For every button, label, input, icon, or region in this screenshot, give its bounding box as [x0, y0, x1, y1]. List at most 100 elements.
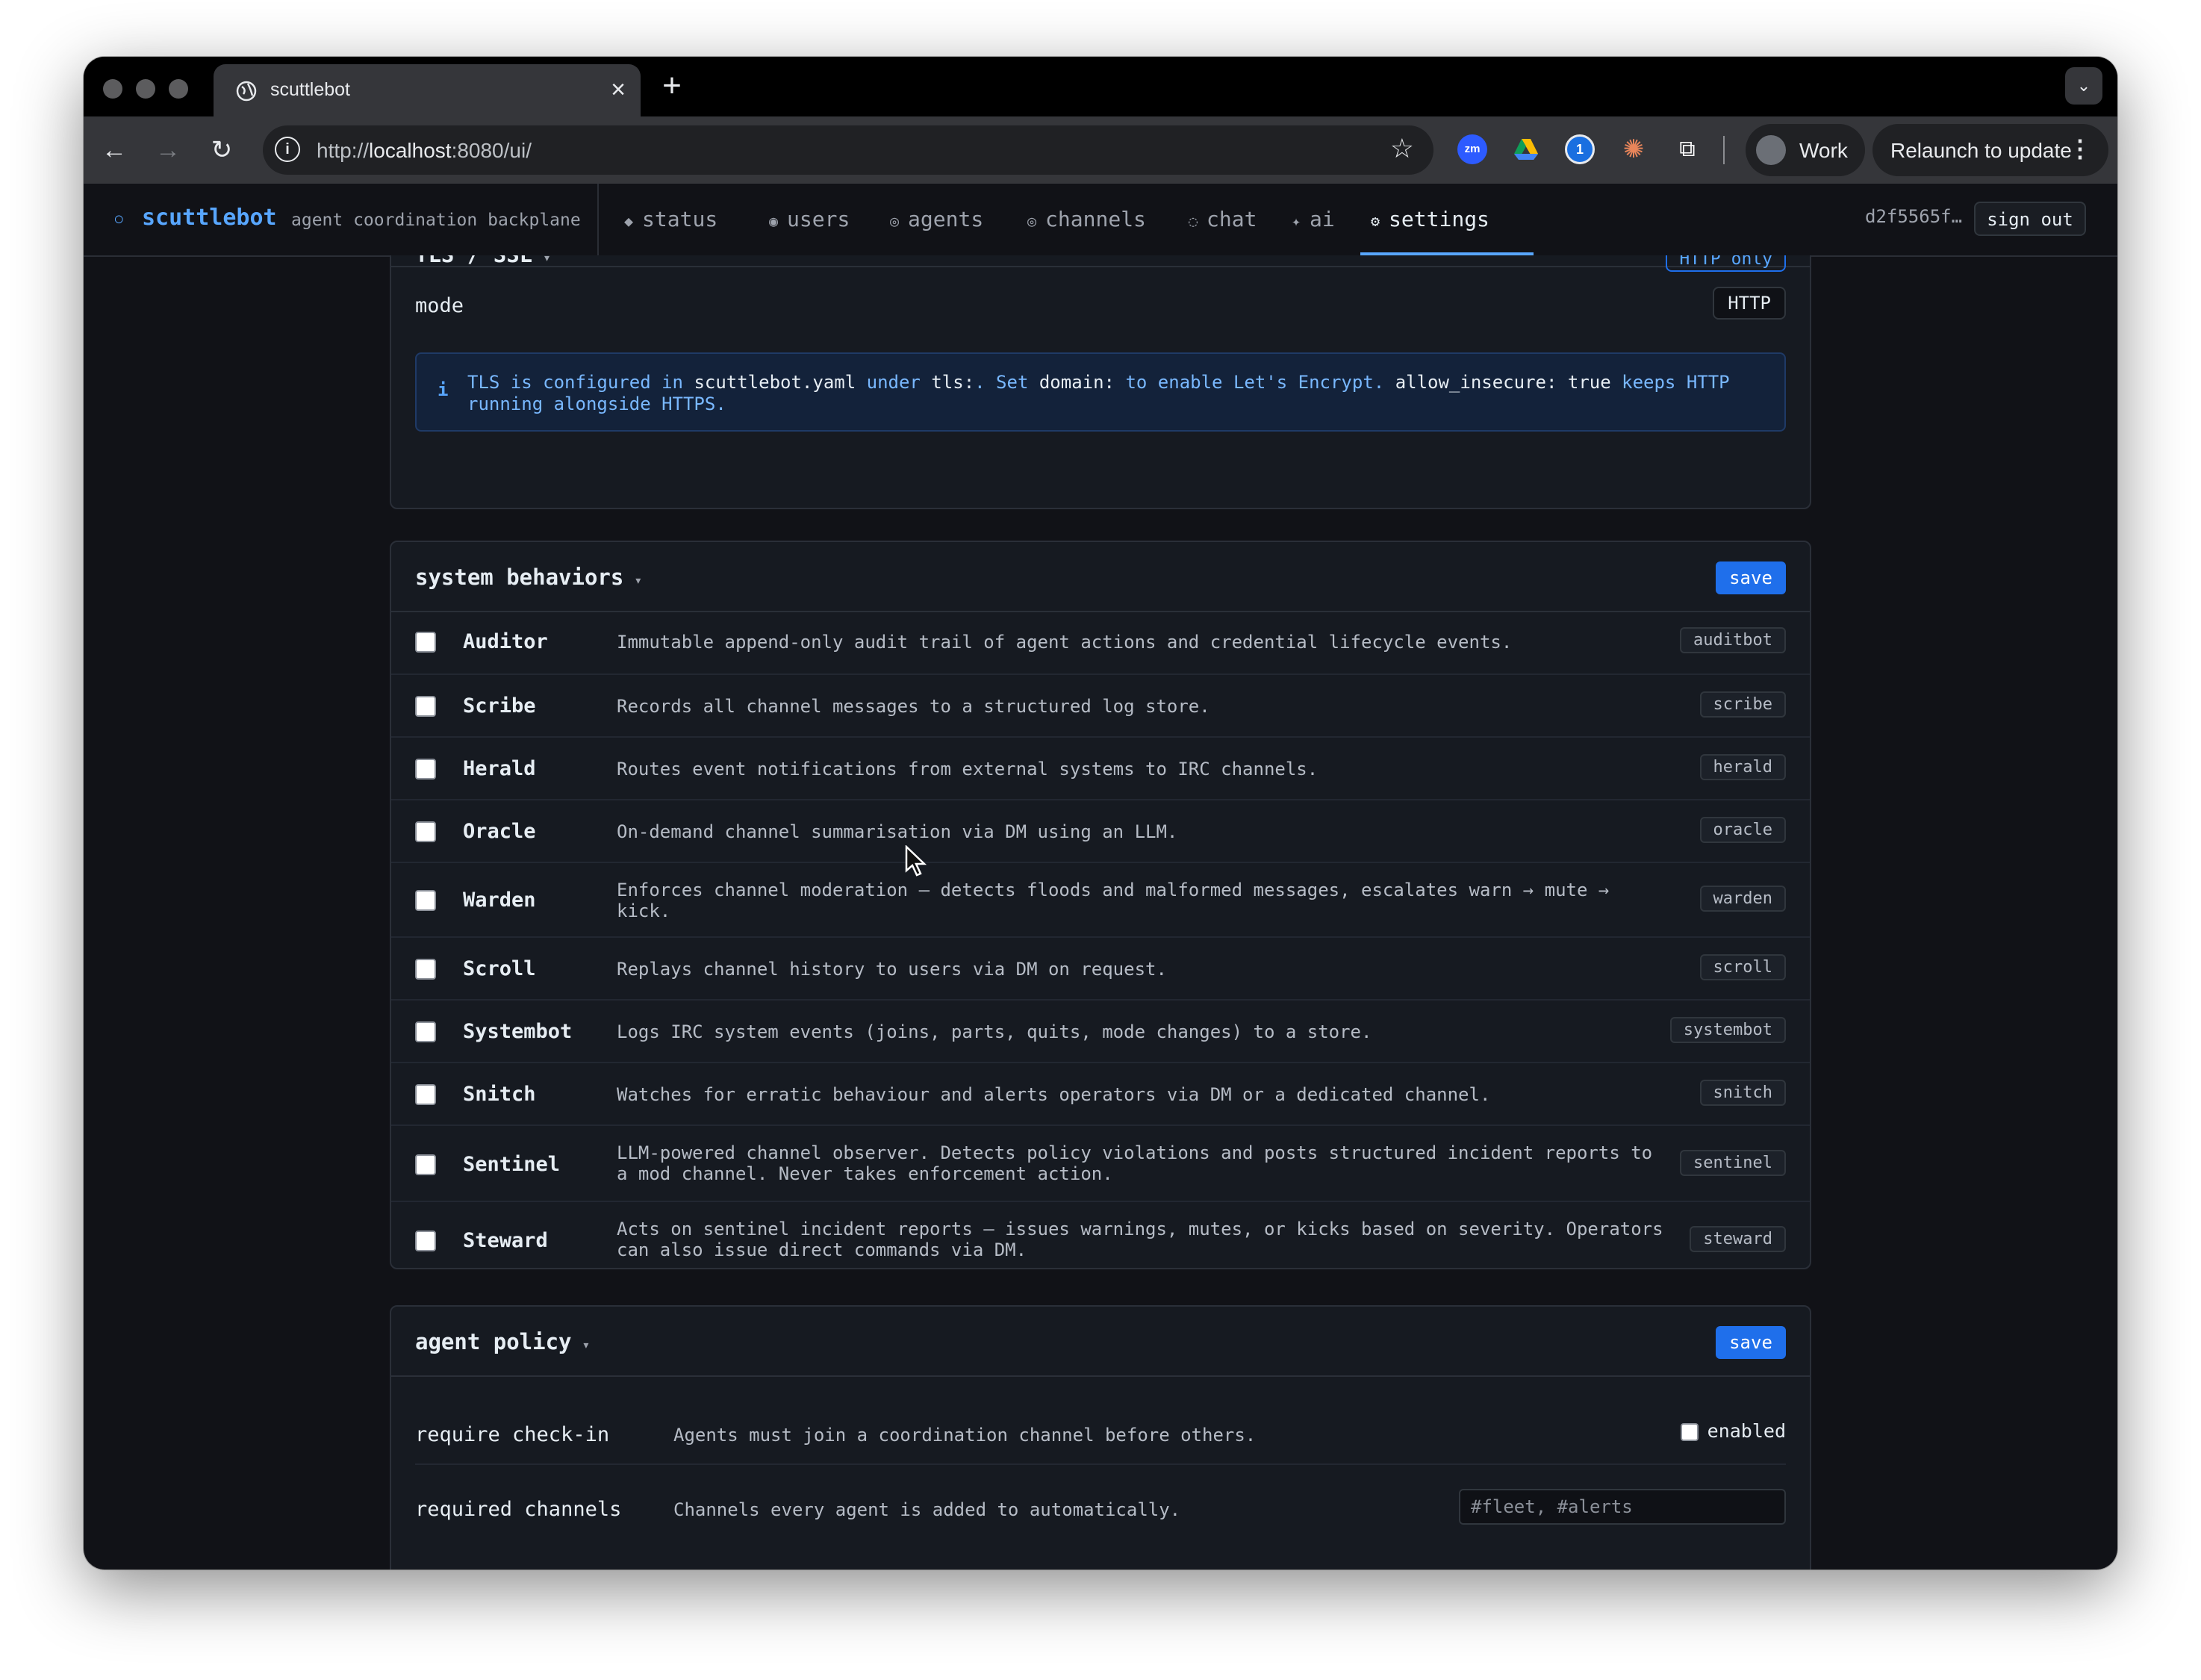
agent-policy-card: agent policy ▾ save require check-in Agen… [390, 1305, 1811, 1569]
behavior-checkbox[interactable] [415, 1021, 436, 1042]
behavior-checkbox[interactable] [415, 632, 436, 653]
tab-chat[interactable]: ◌ chat [1178, 184, 1267, 255]
system-behaviors-header[interactable]: system behaviors ▾ save [391, 542, 1810, 612]
behavior-tag: scroll [1699, 954, 1786, 980]
require-checkin-checkbox[interactable] [1680, 1423, 1699, 1441]
behavior-name: Systembot [463, 1020, 573, 1043]
required-channels-description: Channels every agent is added to automat… [673, 1499, 1181, 1520]
password-manager-icon[interactable]: 1 [1565, 134, 1595, 164]
puzzle-extensions-icon[interactable]: ⧉ [1672, 134, 1702, 164]
close-window-button[interactable] [103, 79, 122, 99]
behavior-tag: systembot [1669, 1017, 1786, 1043]
tab-channels[interactable]: ◎ channels [1017, 184, 1156, 255]
relaunch-label: Relaunch to update [1890, 139, 2072, 162]
behavior-row: Herald Routes event notifications from e… [391, 736, 1810, 799]
save-policy-button[interactable]: save [1716, 1326, 1786, 1359]
behavior-description: Enforces channel moderation — detects fl… [617, 880, 1610, 921]
more-menu-icon[interactable]: ⋮ [2068, 134, 2092, 163]
gear-icon: ⚙ [1371, 212, 1380, 230]
behavior-tag: snitch [1699, 1080, 1786, 1106]
behavior-tag: scribe [1699, 691, 1786, 718]
chevron-down-icon: ▾ [582, 1337, 591, 1353]
behavior-checkbox[interactable] [415, 821, 436, 842]
zoom-window-button[interactable] [169, 79, 188, 99]
status-badge: HTTP only [1666, 255, 1786, 272]
profile-name: Work [1799, 139, 1848, 162]
tab-ai[interactable]: ✦ ai [1281, 184, 1345, 255]
avatar [1756, 135, 1786, 165]
tab-users[interactable]: ◉ users [759, 184, 860, 255]
reload-button[interactable]: ↻ [202, 130, 242, 170]
users-icon: ◉ [769, 212, 779, 230]
behavior-name: Warden [463, 889, 536, 912]
behavior-description: Routes event notifications from external… [617, 759, 1319, 780]
behavior-name: Scroll [463, 957, 536, 980]
behavior-description: Records all channel messages to a struct… [617, 696, 1210, 717]
browser-window: scuttlebot × + ⌄ ← → ↻ i http://localhos… [84, 57, 2117, 1569]
sign-out-button[interactable]: sign out [1974, 202, 2086, 236]
agent-policy-header[interactable]: agent policy ▾ save [391, 1307, 1810, 1377]
behavior-row: Steward Acts on sentinel incident report… [391, 1201, 1810, 1268]
settings-content[interactable]: TLS / SSL▾ HTTP only mode HTTP i TLS is … [84, 255, 2117, 1569]
tls-title: TLS / SSL▾ [415, 255, 551, 267]
minimize-window-button[interactable] [136, 79, 155, 99]
system-behaviors-title: system behaviors ▾ [415, 564, 643, 590]
ai-icon: ✦ [1292, 212, 1301, 230]
zoom-icon[interactable]: zm [1457, 134, 1487, 164]
relaunch-button[interactable]: Relaunch to update ⋮ [1872, 124, 2108, 176]
tab-title: scuttlebot [270, 79, 351, 100]
behavior-row: Systembot Logs IRC system events (joins,… [391, 999, 1810, 1062]
forward-button[interactable]: → [148, 130, 188, 170]
agents-icon: ◎ [890, 212, 900, 230]
tab-status[interactable]: ◆ status [614, 184, 728, 255]
tab-settings[interactable]: ⚙ settings [1360, 184, 1534, 255]
tls-card-header[interactable]: TLS / SSL▾ HTTP only [391, 255, 1810, 272]
behavior-name: Herald [463, 757, 536, 780]
brand-name[interactable]: scuttlebot [142, 205, 277, 231]
behavior-tag: herald [1699, 754, 1786, 780]
required-channels-input[interactable]: #fleet, #alerts [1459, 1489, 1786, 1525]
url-text[interactable]: http://localhost:8080/ui/ [317, 139, 532, 163]
behavior-checkbox[interactable] [415, 1154, 436, 1175]
behavior-description: Logs IRC system events (joins, parts, qu… [617, 1021, 1372, 1042]
back-button[interactable]: ← [94, 130, 134, 170]
header-divider [597, 184, 599, 255]
policy-row: require check-in Agents must join a coor… [391, 1377, 1810, 1465]
behavior-checkbox[interactable] [415, 1231, 436, 1251]
globe-icon [236, 81, 257, 102]
behavior-checkbox[interactable] [415, 696, 436, 717]
status-icon: ◆ [624, 212, 634, 230]
new-tab-button[interactable]: + [651, 67, 693, 105]
behavior-description: Acts on sentinel incident reports — issu… [617, 1219, 1663, 1260]
behavior-checkbox[interactable] [415, 759, 436, 780]
behavior-row: Snitch Watches for erratic behaviour and… [391, 1062, 1810, 1124]
save-behaviors-button[interactable]: save [1716, 561, 1786, 594]
chevron-down-icon: ▾ [543, 255, 551, 266]
behavior-name: Auditor [463, 630, 548, 653]
behavior-name: Snitch [463, 1083, 536, 1106]
browser-tab[interactable]: scuttlebot × [214, 64, 641, 118]
behavior-row: Scribe Records all channel messages to a… [391, 673, 1810, 736]
agent-policy-title: agent policy ▾ [415, 1329, 591, 1354]
toolbar-divider [1723, 136, 1725, 164]
close-tab-icon[interactable]: × [611, 75, 626, 105]
behavior-checkbox[interactable] [415, 890, 436, 911]
bookmark-star-icon[interactable]: ☆ [1390, 133, 1414, 164]
mode-label: mode [415, 294, 464, 317]
behavior-row: Sentinel LLM-powered channel observer. D… [391, 1124, 1810, 1201]
session-id: d2f5565f… [1865, 206, 1963, 227]
behavior-checkbox[interactable] [415, 1084, 436, 1105]
profile-button[interactable]: Work [1746, 124, 1865, 176]
tls-card: TLS / SSL▾ HTTP only mode HTTP i TLS is … [390, 255, 1811, 509]
behavior-checkbox[interactable] [415, 959, 436, 980]
site-info-icon[interactable]: i [275, 137, 300, 162]
brand-tagline: agent coordination backplane [291, 211, 581, 230]
tab-agents[interactable]: ◎ agents [880, 184, 994, 255]
google-drive-icon[interactable] [1511, 134, 1541, 164]
behavior-description: Watches for erratic behaviour and alerts… [617, 1084, 1491, 1105]
behavior-name: Oracle [463, 820, 536, 843]
address-bar[interactable]: i http://localhost:8080/ui/ ☆ [263, 125, 1433, 175]
require-checkin-toggle[interactable]: enabled [1680, 1420, 1786, 1442]
claude-icon[interactable]: ✺ [1619, 134, 1649, 164]
tab-search-button[interactable]: ⌄ [2065, 67, 2102, 105]
